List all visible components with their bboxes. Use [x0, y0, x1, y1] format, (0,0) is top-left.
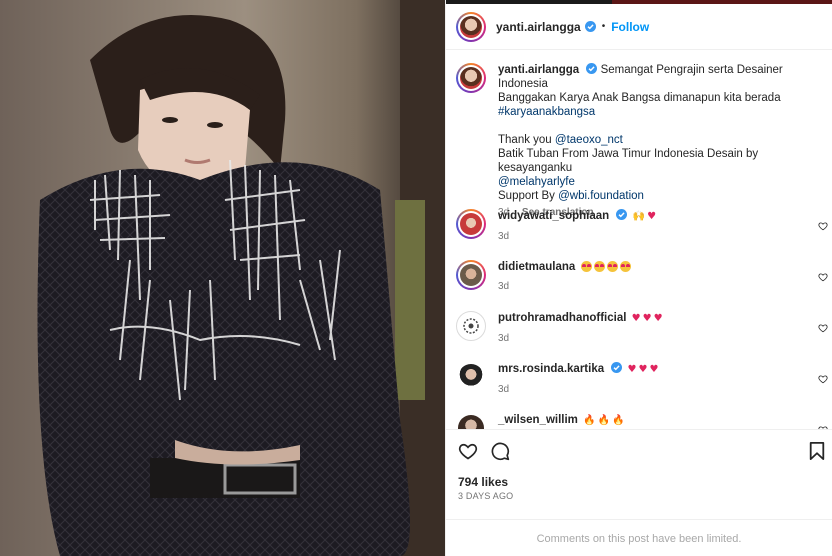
comments-list[interactable]: yanti.airlangga Semangat Pengrajin serta…: [446, 51, 832, 429]
fire-emoji: 🔥: [597, 415, 611, 426]
comment-avatar[interactable]: [456, 311, 486, 341]
red-heart-emoji: ♥: [647, 211, 657, 222]
save-icon[interactable]: [808, 441, 826, 461]
comment-avatar[interactable]: [456, 413, 486, 429]
comment-like-icon[interactable]: [818, 221, 828, 231]
separator-dot: •: [601, 21, 606, 32]
comment-avatar[interactable]: [456, 209, 486, 239]
caption-text-2: Banggakan Karya Anak Bangsa dimanapun ki…: [498, 92, 781, 104]
caption-support-prefix: Support By: [498, 190, 559, 202]
post-date: 3 days ago: [458, 491, 514, 501]
mention-taeoxo[interactable]: @taeoxo_nct: [555, 134, 623, 146]
comment-avatar[interactable]: [456, 260, 486, 290]
red-heart-emoji: ♥: [631, 313, 641, 324]
raising-hands-emoji: 🙌: [632, 211, 646, 222]
caption-thanks-prefix: Thank you: [498, 134, 555, 146]
comment-username[interactable]: mrs.rosinda.kartika: [498, 363, 604, 375]
caption-body: yanti.airlangga Semangat Pengrajin serta…: [498, 63, 820, 220]
caption-username[interactable]: yanti.airlangga: [498, 64, 579, 76]
caption-avatar[interactable]: [456, 63, 486, 93]
caption-thanks: Thank you @taeoxo_nct: [498, 133, 820, 147]
comment-age: 3d: [498, 231, 510, 242]
author-username[interactable]: yanti.airlangga: [496, 20, 581, 34]
caption-batik: Batik Tuban From Jawa Timur Indonesia De…: [498, 148, 759, 174]
comment-age: 3d: [498, 333, 510, 344]
mention-wbi[interactable]: @wbi.foundation: [558, 190, 644, 202]
heart-eyes-emoji: [580, 261, 592, 272]
comment-body: putrohramadhanofficial ♥ ♥ ♥ 3d: [498, 311, 804, 346]
verified-badge-icon: [584, 21, 596, 32]
fire-emoji: 🔥: [583, 415, 596, 426]
post-panel: yanti.airlangga • Follow yanti.airlangga…: [445, 0, 832, 556]
comment-body: didietmaulana 3d: [498, 260, 804, 294]
heart-eyes-emoji: [593, 261, 605, 272]
verified-badge-icon: [616, 209, 628, 220]
author-avatar[interactable]: [456, 11, 486, 42]
post-header: yanti.airlangga • Follow: [446, 4, 832, 50]
caption-line-1: yanti.airlangga Semangat Pengrajin serta…: [498, 63, 820, 91]
comment-like-icon[interactable]: [818, 272, 828, 282]
red-heart-emoji: ♥: [649, 364, 659, 375]
caption-support: Support By @wbi.foundation: [498, 189, 820, 203]
comments-limited-notice: Comments on this post have been limited.: [446, 519, 832, 556]
fire-emoji: 🔥: [612, 415, 625, 426]
logo-icon: [463, 318, 479, 334]
post-photo: [0, 0, 445, 556]
heart-eyes-emoji: [619, 261, 631, 272]
red-heart-emoji: ♥: [642, 313, 652, 324]
comment-username[interactable]: didietmaulana: [498, 261, 575, 273]
comment-age: 3d: [498, 281, 510, 292]
red-heart-emoji: ♥: [653, 313, 663, 324]
comment-username[interactable]: widyawati_sophiaan: [498, 210, 609, 222]
post-actions: 794 likes 3 days ago Comments on this po…: [446, 429, 832, 556]
comment-avatar[interactable]: [456, 362, 486, 392]
red-heart-emoji: ♥: [638, 364, 648, 375]
red-heart-emoji: ♥: [627, 364, 637, 375]
caption-hashtag[interactable]: #karyaanakbangsa: [498, 105, 820, 119]
comment-body: mrs.rosinda.kartika ♥ ♥ ♥ 3d: [498, 362, 804, 397]
comment-age: 3d: [498, 384, 510, 395]
comment-icon[interactable]: [490, 441, 510, 461]
comment-like-icon[interactable]: [818, 374, 828, 384]
comment-username[interactable]: putrohramadhanofficial: [498, 312, 626, 324]
mention-melahyarlyfe[interactable]: @melahyarlyfe: [498, 175, 820, 189]
comment-body: widyawati_sophiaan 🙌 ♥ 3d: [498, 209, 804, 244]
comment-username[interactable]: _wilsen_willim: [498, 414, 578, 426]
verified-badge-icon: [611, 362, 623, 373]
likes-count[interactable]: 794 likes: [458, 475, 508, 489]
comment-body: _wilsen_willim 🔥 🔥 🔥: [498, 413, 804, 428]
verified-badge-icon: [586, 63, 598, 74]
photo-illustration: [0, 0, 445, 556]
follow-button[interactable]: Follow: [611, 20, 649, 34]
like-icon[interactable]: [458, 441, 478, 461]
heart-eyes-emoji: [606, 261, 618, 272]
comment-like-icon[interactable]: [818, 323, 828, 333]
